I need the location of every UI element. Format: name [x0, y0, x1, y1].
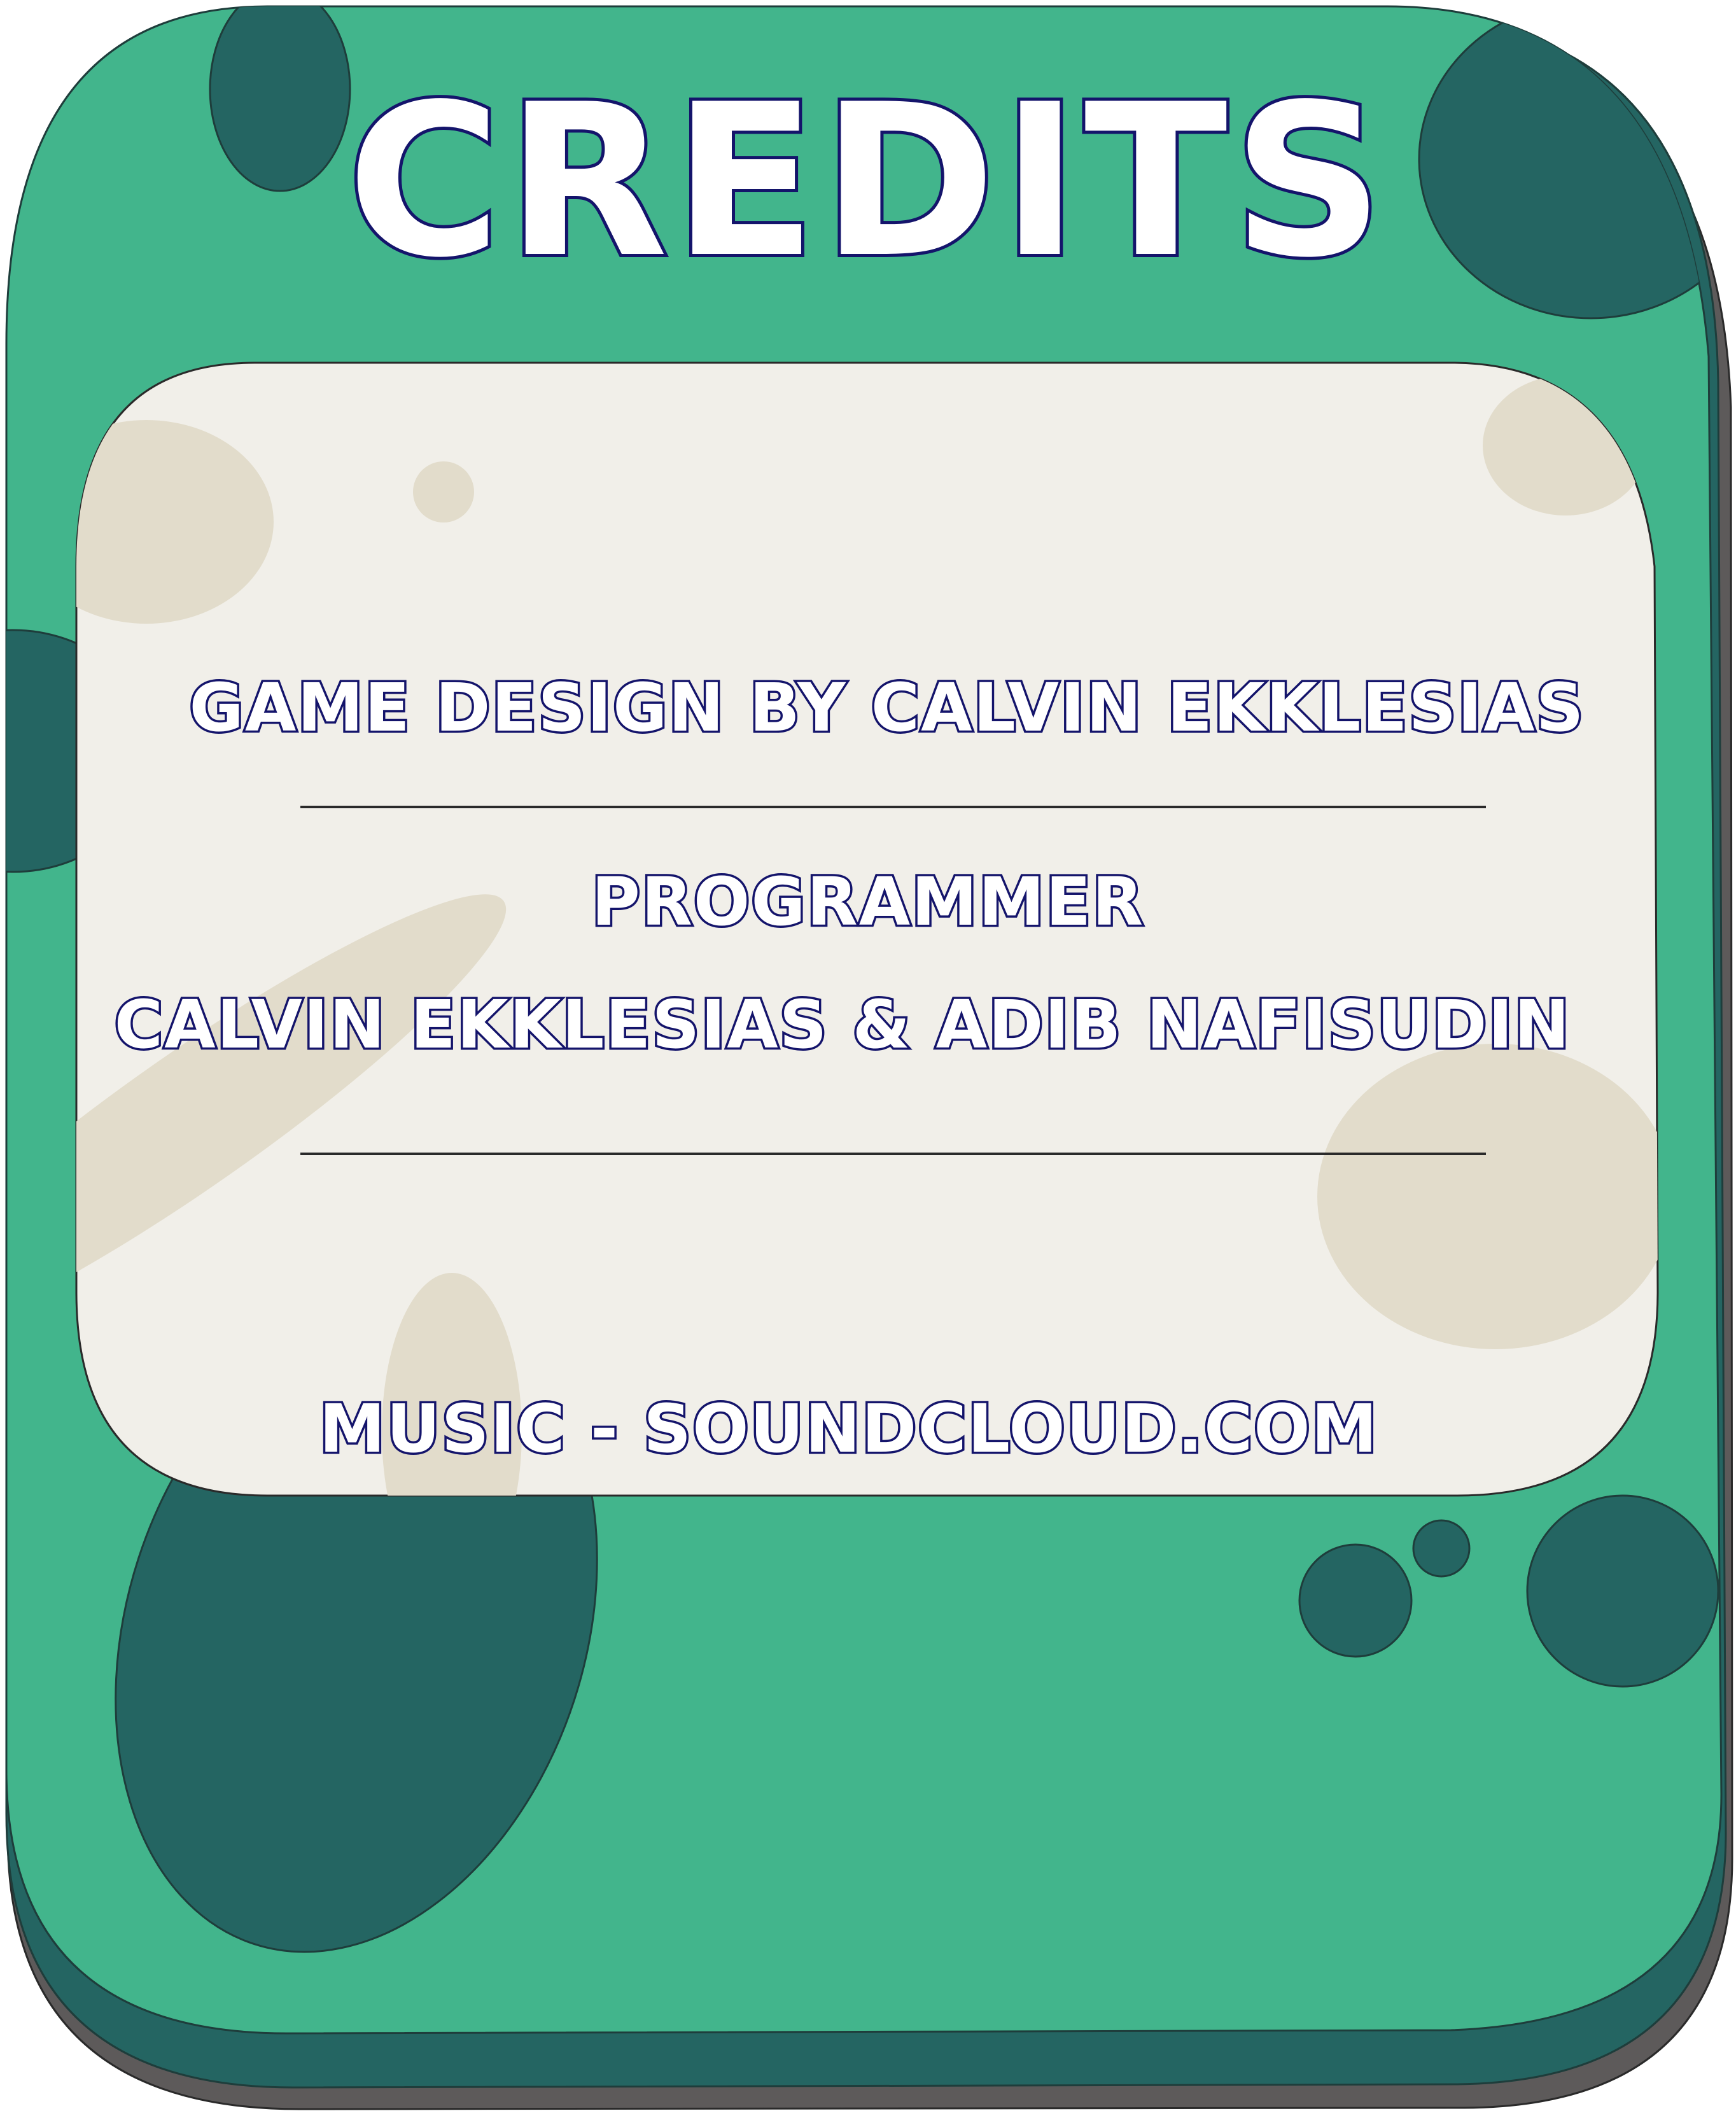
credit-programmer-heading: PROGRAMMER [589, 861, 1145, 943]
card-spot [1317, 1044, 1658, 1349]
credit-game-design: GAME DESIGN BY CALVIN EKKLESIAS [187, 667, 1586, 749]
credit-music: MUSIC - SOUNDCLOUD.COM [317, 1388, 1379, 1470]
panel-spot [1412, 1519, 1471, 1578]
card-spot [413, 461, 474, 522]
panel-spot [1298, 1543, 1413, 1658]
panel-spot [1526, 1494, 1719, 1688]
credit-programmer-names: CALVIN EKKLESIAS & ADIB NAFISUDIN [112, 984, 1572, 1066]
credits-title: CREDITS [344, 57, 1389, 305]
